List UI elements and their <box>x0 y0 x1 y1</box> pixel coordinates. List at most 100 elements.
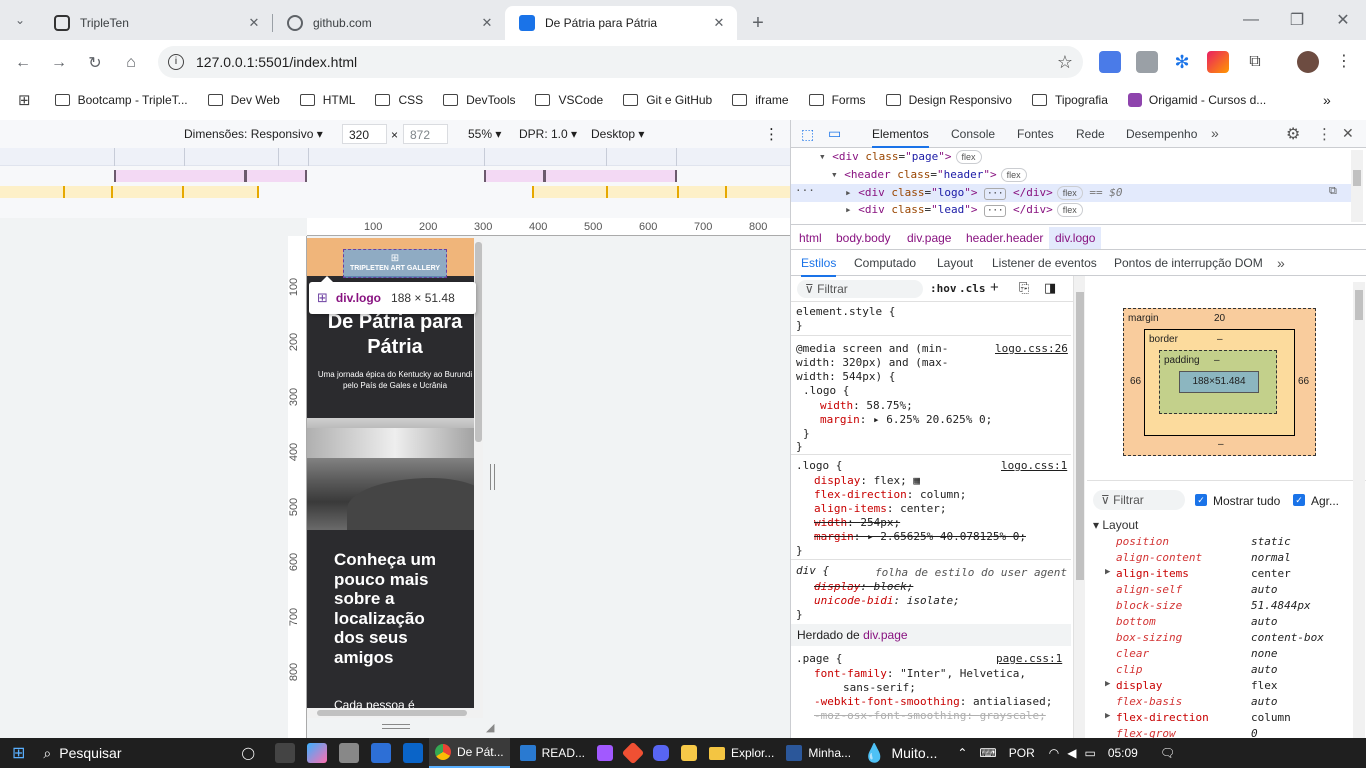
margin-bottom-value[interactable]: – <box>1218 439 1224 450</box>
close-tab-icon[interactable]: ✕ <box>711 15 727 31</box>
taskbar-weather[interactable]: 💧 Muito... <box>857 738 943 768</box>
minimize-icon[interactable]: — <box>1228 0 1274 40</box>
expand-arrow-icon[interactable]: ▶ <box>1105 711 1110 721</box>
bookmark-item[interactable]: DevTools <box>443 93 515 107</box>
group-checkbox[interactable]: ✓ <box>1293 494 1305 506</box>
styles-filter-input[interactable]: ⊽ Filtrar <box>797 280 923 298</box>
clock[interactable]: 05:09 <box>1108 746 1138 760</box>
home-icon[interactable]: ⌂ <box>114 46 148 80</box>
copilot-icon[interactable] <box>306 743 327 763</box>
margin-right-value[interactable]: 66 <box>1298 376 1309 387</box>
bottom-resize-handle[interactable] <box>382 724 410 729</box>
height-input[interactable]: 872 <box>403 124 448 144</box>
close-tab-icon[interactable]: ✕ <box>246 15 262 31</box>
computed-property-row[interactable]: bottom auto <box>1087 614 1357 630</box>
computed-property-row[interactable]: position static <box>1087 534 1357 550</box>
css-declaration[interactable]: -webkit-font-smoothing: antialiased; <box>814 695 1052 708</box>
breadcrumb-body[interactable]: body.body <box>836 227 891 249</box>
window-close-icon[interactable]: ✕ <box>1320 0 1366 40</box>
computed-property-row[interactable]: flex-grow 0 <box>1087 726 1357 738</box>
horizontal-scrollbar[interactable] <box>307 708 483 718</box>
computed-property-row[interactable]: ▶ flex-direction column <box>1087 710 1357 726</box>
layout-group-header[interactable]: ▾ Layout <box>1093 518 1138 532</box>
show-all-checkbox[interactable]: ✓ <box>1195 494 1207 506</box>
bookmark-item[interactable]: VSCode <box>535 93 603 107</box>
expand-arrow-icon[interactable]: ▶ <box>1105 567 1110 577</box>
mq-row-min-right[interactable] <box>532 186 790 198</box>
h-scrollbar-thumb[interactable] <box>317 710 467 716</box>
widgets-icon[interactable] <box>274 743 295 763</box>
language-indicator[interactable]: POR <box>1009 746 1035 760</box>
new-tab-plus-icon[interactable]: + <box>741 6 775 40</box>
margin-left-value[interactable]: 66 <box>1130 376 1141 387</box>
color-format-icon[interactable]: ⎘ <box>1019 280 1029 296</box>
subtab-estilos[interactable]: Estilos <box>801 249 837 277</box>
new-rule-plus-icon[interactable]: + <box>990 279 999 296</box>
dpr-select[interactable]: DPR: 1.0 ▾ <box>519 127 577 141</box>
flex-badge[interactable]: flex <box>1000 168 1027 182</box>
dom-tree[interactable]: ▾ <div class="page"> flex ▾ <header class… <box>791 148 1351 222</box>
computed-property-row[interactable]: box-sizing content-box <box>1087 630 1357 646</box>
tab-console[interactable]: Console <box>951 120 995 148</box>
styles-scrollbar[interactable] <box>1073 276 1085 738</box>
discord-icon[interactable] <box>652 745 669 761</box>
taskbar-app-explorer[interactable]: Explor... <box>703 738 780 768</box>
tab-tripleten[interactable]: TripleTen ✕ <box>40 6 272 40</box>
media-query-bars[interactable] <box>0 148 790 218</box>
figma-icon[interactable] <box>596 745 613 761</box>
tab-fontes[interactable]: Fontes <box>1017 120 1054 148</box>
close-tab-icon[interactable]: ✕ <box>479 15 495 31</box>
dom-scrollbar[interactable] <box>1351 150 1363 222</box>
flex-editor-icon[interactable]: ▦ <box>913 474 920 487</box>
styles-scrollbar-thumb[interactable] <box>1076 292 1084 580</box>
taskbar-app-vscode[interactable]: READ... <box>514 738 591 768</box>
breadcrumb-header[interactable]: header.header <box>966 227 1043 249</box>
computed-scrollbar[interactable] <box>1353 282 1365 738</box>
tab-search-icon[interactable]: ⌄ <box>0 0 40 40</box>
settings-gear-icon[interactable]: ⚙ <box>1286 124 1300 144</box>
taskbar-app-chrome[interactable]: De Pát... <box>428 738 510 768</box>
dom-node-lead[interactable]: ▸ <div class="lead"> ··· </div> flex <box>845 203 1083 217</box>
css-declaration[interactable]: font-family: "Inter", Helvetica, <box>814 667 1026 680</box>
more-subtabs-icon[interactable]: » <box>1277 255 1285 271</box>
sticky-notes-icon[interactable] <box>680 745 697 761</box>
computed-scrollbar-thumb[interactable] <box>1355 290 1363 320</box>
devtools-menu-icon[interactable]: ⋮ <box>1317 125 1332 143</box>
computed-property-row[interactable]: align-content normal <box>1087 550 1357 566</box>
zoom-select[interactable]: 55% ▾ <box>468 127 501 141</box>
tab-desempenho[interactable]: Desempenho <box>1126 120 1197 148</box>
forward-icon[interactable]: → <box>42 46 76 80</box>
flex-badge[interactable]: flex <box>955 150 982 164</box>
box-model-border[interactable]: border – padding – 188×51.484 <box>1144 329 1295 436</box>
media-source-link[interactable]: logo.css:26 <box>995 342 1068 355</box>
tab-elementos[interactable]: Elementos <box>872 120 929 148</box>
tab-de-patria[interactable]: De Pátria para Pátria ✕ <box>505 6 737 40</box>
device-options-icon[interactable]: ⋮ <box>764 125 779 143</box>
computed-property-row[interactable]: block-size 51.4844px <box>1087 598 1357 614</box>
computed-property-row[interactable]: clear none <box>1087 646 1357 662</box>
computed-property-row[interactable]: clip auto <box>1087 662 1357 678</box>
menu-kebab-icon[interactable]: ⋮ <box>1333 51 1355 73</box>
right-resize-handle[interactable] <box>490 464 495 490</box>
expand-arrow-icon[interactable]: ▶ <box>1105 679 1110 689</box>
snowflake-extension-icon[interactable]: ✻ <box>1171 51 1193 73</box>
bookmark-item[interactable]: CSS <box>375 93 423 107</box>
tray-chevron-icon[interactable]: ⌃ <box>957 746 967 760</box>
extension-icon[interactable] <box>1136 51 1158 73</box>
keyboard-icon[interactable]: ⌨ <box>979 746 996 760</box>
tab-rede[interactable]: Rede <box>1076 120 1105 148</box>
box-model-padding[interactable]: padding – 188×51.484 <box>1159 350 1277 414</box>
media-rule-selector[interactable]: .logo { <box>803 384 849 397</box>
back-icon[interactable]: ← <box>6 46 40 80</box>
taskbar-search-icon[interactable]: ⌕ <box>43 745 51 762</box>
computed-property-row[interactable]: align-self auto <box>1087 582 1357 598</box>
dom-node-page[interactable]: ▾ <div class="page"> flex <box>819 150 982 164</box>
bookmark-item[interactable]: Origamid - Cursos d... <box>1127 93 1266 107</box>
css-declaration-overridden[interactable]: width: 254px; <box>814 516 900 529</box>
subtab-layout[interactable]: Layout <box>937 249 973 277</box>
css-declaration-disabled[interactable]: -moz-osx-font-smoothing: grayscale; <box>814 709 1046 722</box>
dom-node-header[interactable]: ▾ <header class="header"> flex <box>831 168 1027 182</box>
wifi-icon[interactable]: ◠ <box>1049 746 1059 760</box>
computed-filter-input[interactable]: ⊽ Filtrar <box>1093 490 1185 510</box>
width-input[interactable]: 320 <box>342 124 387 144</box>
